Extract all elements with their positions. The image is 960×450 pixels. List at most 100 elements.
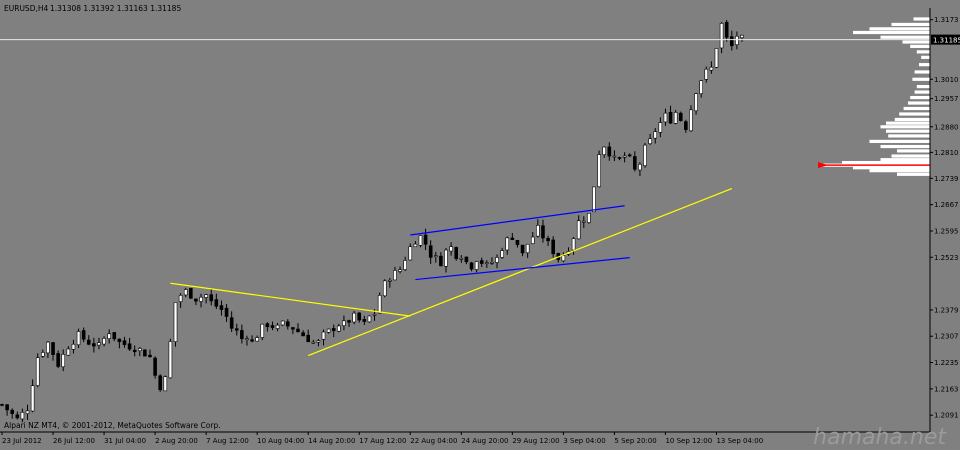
volume-profile-bar	[914, 70, 930, 74]
candle	[260, 323, 265, 341]
volume-profile-bar	[916, 50, 930, 54]
y-tick-label: 1.2091	[934, 412, 959, 420]
candle-body	[25, 410, 30, 414]
candle-body	[571, 238, 576, 251]
candle-body	[219, 305, 224, 310]
candle-body	[382, 280, 387, 297]
candle-body	[607, 146, 612, 157]
x-tick-label: 10 Sep 12:00	[665, 437, 712, 445]
candle-body	[224, 307, 229, 317]
candle	[153, 356, 157, 379]
candle-body	[413, 243, 418, 248]
chart-header-symbol: EURUSD,H4	[4, 4, 48, 13]
candle-body	[209, 294, 214, 302]
candle-body	[627, 154, 632, 157]
candle-body	[81, 330, 86, 340]
candle	[418, 234, 423, 248]
candle-body	[658, 122, 663, 133]
candle-body	[301, 332, 305, 337]
candle-body	[495, 257, 499, 263]
x-tick-label: 26 Jul 12:00	[53, 437, 95, 445]
candle-body	[117, 338, 122, 343]
candle-body	[581, 220, 586, 223]
volume-profile-bar	[880, 125, 930, 129]
candle-body	[673, 112, 678, 124]
volume-profile-bar	[921, 55, 930, 59]
volume-profile-bar	[910, 95, 930, 100]
candle-body	[92, 343, 96, 347]
candle-body	[97, 342, 101, 346]
candle-body	[377, 295, 382, 314]
candle-body	[576, 220, 581, 240]
candle-body	[194, 298, 198, 302]
x-tick-label: 14 Aug 20:00	[308, 437, 355, 445]
candle-body	[597, 154, 601, 188]
volume-profile-bar	[853, 30, 930, 35]
candle-body	[464, 256, 469, 263]
volume-profile-bar	[869, 27, 930, 31]
candle-body	[347, 320, 351, 323]
candle-body	[633, 156, 637, 170]
volume-profile-bar	[880, 158, 930, 162]
y-tick-label: 1.2667	[934, 201, 959, 209]
x-tick-label: 29 Aug 12:00	[512, 437, 559, 445]
candle	[168, 338, 173, 379]
candle-body	[500, 250, 504, 258]
y-tick-label: 1.2163	[934, 385, 959, 393]
candle-body	[459, 257, 464, 260]
candle-body	[337, 325, 341, 332]
volume-profile-bar	[899, 112, 930, 116]
candle-body	[689, 109, 693, 132]
chart-background	[0, 0, 960, 446]
candle-body	[408, 246, 413, 261]
candle-body	[35, 357, 40, 386]
candle-body	[418, 235, 423, 246]
candle-body	[388, 279, 392, 282]
candle-body	[296, 328, 300, 333]
candle-body	[311, 341, 316, 344]
watermark-text: hamaha.net	[813, 425, 947, 446]
candle-body	[291, 327, 295, 330]
volume-profile-bar	[897, 149, 930, 153]
volume-profile-bar	[886, 121, 930, 125]
candle-body	[393, 270, 397, 281]
candle-body	[0, 404, 4, 406]
price-chart[interactable]: EURUSD,H4 1.31308 1.31392 1.31163 1.3118…	[0, 0, 960, 450]
x-tick-label: 13 Sep 04:00	[716, 437, 763, 445]
volume-profile-bar	[910, 44, 930, 48]
candle-body	[490, 262, 494, 264]
candle-body	[561, 255, 566, 262]
candle	[592, 186, 596, 213]
volume-profile-bar	[897, 172, 930, 176]
y-tick-label: 1.2307	[934, 333, 959, 341]
y-tick-label: 1.2810	[934, 149, 959, 157]
volume-profile-bar	[912, 77, 930, 81]
candle-body	[520, 244, 525, 254]
candle-body	[479, 260, 484, 264]
y-tick-label: 1.2957	[934, 95, 959, 103]
candle-body	[530, 236, 535, 244]
candle	[587, 212, 591, 224]
candle-body	[536, 225, 540, 237]
volume-profile-bar	[913, 17, 930, 21]
candle-body	[153, 357, 157, 376]
chart-canvas[interactable]: EURUSD,H4 1.31308 1.31392 1.31163 1.3118…	[0, 0, 960, 450]
candle	[597, 150, 601, 188]
y-tick-label: 1.2739	[934, 175, 959, 183]
candle-body	[163, 376, 168, 392]
candle-body	[648, 138, 652, 144]
candle-body	[46, 341, 50, 354]
candle-body	[352, 312, 356, 323]
candle-body	[653, 131, 658, 139]
candle-body	[255, 337, 259, 342]
candle-body	[245, 338, 249, 341]
volume-profile-bar	[880, 144, 930, 149]
candle-body	[321, 331, 326, 340]
candle-body	[740, 34, 744, 38]
candle	[143, 349, 147, 357]
x-tick-label: 10 Aug 04:00	[257, 437, 304, 445]
candle-body	[137, 348, 142, 351]
current-price-label: 1.31185	[933, 37, 960, 45]
x-tick-label: 3 Sep 04:00	[563, 437, 605, 445]
candle-body	[122, 340, 127, 345]
